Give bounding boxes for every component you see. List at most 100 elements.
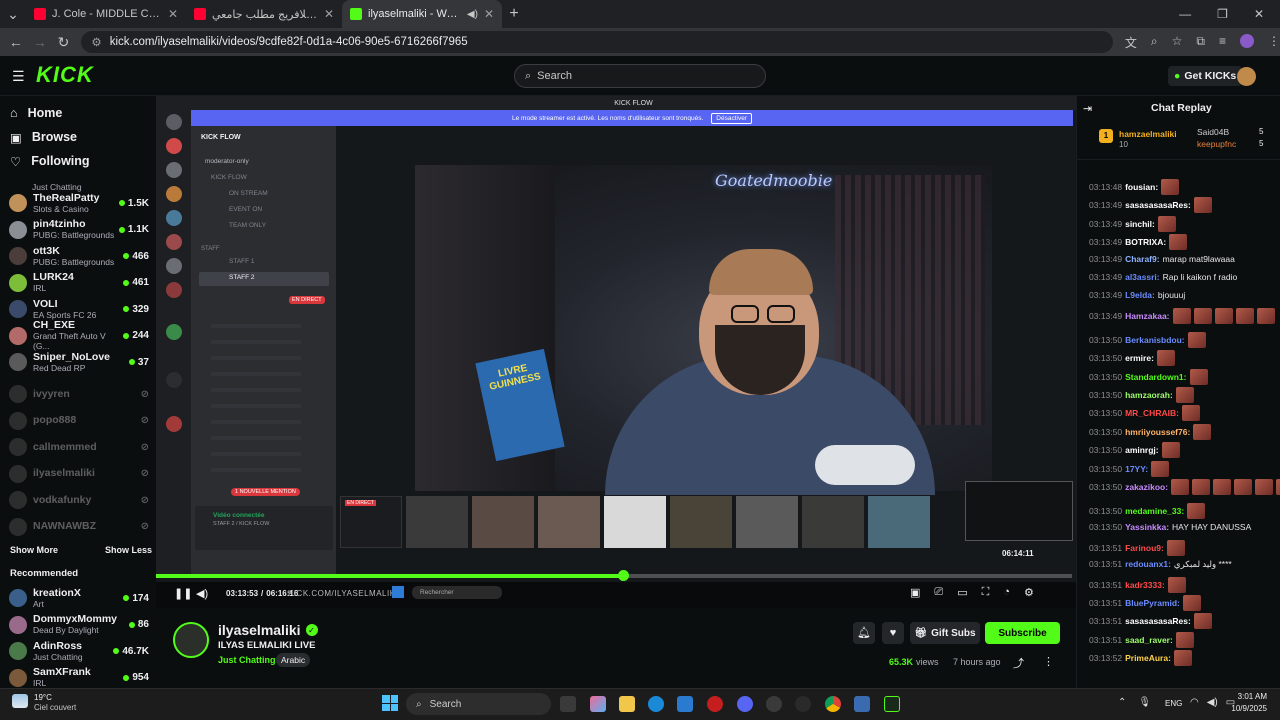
chat-username[interactable]: Berkanisbdou:: [1125, 334, 1185, 346]
notepad-icon[interactable]: [854, 696, 870, 712]
sidebar-channel-sniper_nolove[interactable]: Sniper_NoLove Red Dead RP 37: [9, 349, 149, 375]
chat-username[interactable]: aminrgj:: [1125, 444, 1159, 456]
chat-username[interactable]: Yassinkka:: [1125, 521, 1169, 533]
chrome-icon[interactable]: [825, 696, 841, 712]
terminal-icon[interactable]: [884, 696, 900, 712]
sidebar-channel-ch_exe[interactable]: CH_EXE Grand Theft Auto V (G... 244: [9, 320, 149, 351]
speaker-icon[interactable]: ◀): [467, 9, 478, 20]
show-more-button[interactable]: Show More: [10, 545, 58, 555]
chat-username[interactable]: sinchil:: [1125, 218, 1155, 230]
browser-tab-3[interactable]: ilyaselmaliki - Watch the V ◀) ✕: [342, 0, 502, 28]
channel-avatar[interactable]: [173, 622, 209, 658]
chat-username[interactable]: hamzaorah:: [1125, 389, 1173, 401]
search-input[interactable]: ⌕ Search: [514, 64, 766, 88]
pause-icon[interactable]: ❚❚: [174, 587, 192, 600]
chat-username[interactable]: sasasasasaRes:: [1125, 615, 1191, 627]
chat-username[interactable]: MR_CHRAIB:: [1125, 407, 1179, 419]
clock-time[interactable]: 3:01 AM: [1237, 692, 1267, 701]
more-options-icon[interactable]: ⋮: [1043, 655, 1054, 668]
miniplayer-icon[interactable]: ▣: [910, 586, 920, 599]
minimize-icon[interactable]: —: [1179, 7, 1191, 21]
chat-username[interactable]: BOTRIXA:: [1125, 236, 1166, 248]
task-view-icon[interactable]: [560, 696, 576, 712]
user-avatar[interactable]: [1237, 67, 1256, 86]
chat-username[interactable]: hmriiyoussef76:: [1125, 426, 1190, 438]
language-tag[interactable]: Arabic: [276, 653, 311, 667]
back-icon[interactable]: ←: [4, 34, 28, 50]
app-icon[interactable]: [766, 696, 782, 712]
wifi-icon[interactable]: ◠: [1190, 697, 1199, 708]
sidebar-channel-offline[interactable]: ivyyren ⊘: [9, 381, 149, 407]
sidebar-channel-lurk24[interactable]: LURK24 IRL 461: [9, 270, 149, 296]
translate-icon[interactable]: 文: [1125, 34, 1137, 51]
copilot-icon[interactable]: [590, 696, 606, 712]
tab-search-icon[interactable]: ⌄: [0, 6, 26, 23]
channel-name[interactable]: ilyaselmaliki: [218, 622, 301, 638]
share-icon[interactable]: ⤴: [1013, 655, 1024, 671]
show-less-button[interactable]: Show Less: [105, 545, 152, 555]
extensions-icon[interactable]: ⧉: [1196, 34, 1205, 51]
notification-bell-icon[interactable]: 🔔︎: [853, 622, 875, 644]
media-icon[interactable]: ≡: [1219, 34, 1226, 51]
address-field[interactable]: ⚙ kick.com/ilyaselmaliki/videos/9cdfe82f…: [81, 31, 1113, 53]
clip-icon[interactable]: ⎚: [934, 586, 943, 599]
chat-username[interactable]: al3assri:: [1125, 271, 1160, 283]
tray-chevron-icon[interactable]: ⌃: [1118, 697, 1126, 708]
app-icon[interactable]: [707, 696, 723, 712]
new-tab-icon[interactable]: +: [502, 5, 526, 23]
category-link[interactable]: Just Chatting: [218, 655, 276, 665]
kick-logo[interactable]: KICK: [36, 62, 94, 88]
chat-username[interactable]: BluePyramid:: [1125, 597, 1180, 609]
chat-username[interactable]: redouanx1:: [1125, 558, 1171, 570]
sidebar-channel-samxfrank[interactable]: SamXFrank IRL 954: [9, 665, 149, 691]
theater-mode-icon[interactable]: ▭: [957, 586, 967, 599]
sidebar-item-following[interactable]: ♡ Following: [10, 150, 90, 172]
sidebar-channel-adinross[interactable]: AdinRoss Just Chatting 46.7K: [9, 638, 149, 664]
reload-icon[interactable]: ↻: [52, 34, 76, 51]
browser-tab-2[interactable]: لهذا عمر بلافريج مطلب جامعي | ✕: [186, 0, 342, 28]
sidebar-channel-offline[interactable]: popo888 ⊘: [9, 408, 149, 434]
follow-heart-icon[interactable]: ♥: [882, 622, 904, 644]
speed-icon[interactable]: ◔: [1003, 586, 1010, 599]
clock-date[interactable]: 10/9/2025: [1227, 704, 1267, 713]
forward-icon[interactable]: →: [28, 34, 52, 50]
sidebar-channel-offline[interactable]: ilyaselmaliki ⊘: [9, 461, 149, 487]
sidebar-item-home[interactable]: ⌂ Home: [10, 102, 62, 124]
chat-username[interactable]: ermire:: [1125, 352, 1154, 364]
hamburger-menu-icon[interactable]: ☰: [12, 68, 25, 85]
site-info-icon[interactable]: ⚙: [91, 35, 101, 49]
subscribe-button[interactable]: Subscribe: [985, 622, 1060, 644]
close-tab-icon[interactable]: ✕: [168, 7, 178, 21]
app-icon[interactable]: [795, 696, 811, 712]
chat-username[interactable]: kadr3333:: [1125, 579, 1165, 591]
close-window-icon[interactable]: ✕: [1254, 7, 1264, 21]
sidebar-channel-offline[interactable]: NAWNAWBZ ⊘: [9, 514, 149, 540]
disable-streamer-mode-button[interactable]: Désactiver: [711, 112, 752, 124]
close-tab-icon[interactable]: ✕: [484, 7, 494, 21]
chat-username[interactable]: Hamzakaa:: [1125, 310, 1169, 322]
profile-avatar[interactable]: [1239, 33, 1254, 48]
chat-username[interactable]: sasasasasaRes:: [1125, 199, 1191, 211]
sidebar-channel-dommyxmommy[interactable]: DommyxMommy Dead By Daylight 86: [9, 612, 149, 638]
get-kicks-button[interactable]: ● Get KICKs: [1168, 66, 1243, 86]
collapse-chat-icon[interactable]: ⇥: [1083, 102, 1092, 115]
chat-username[interactable]: Standardown1:: [1125, 371, 1186, 383]
volume-icon[interactable]: ◀): [1207, 697, 1218, 708]
sidebar-channel-voli[interactable]: VOLI EA Sports FC 26 329: [9, 296, 149, 322]
sidebar-item-browse[interactable]: ▣ Browse: [10, 126, 77, 148]
chat-username[interactable]: Farinou9:: [1125, 542, 1164, 554]
microphone-icon[interactable]: 🎙︎: [1138, 697, 1151, 708]
chat-username[interactable]: Charaf9:: [1125, 253, 1159, 265]
chat-username[interactable]: fousian:: [1125, 181, 1158, 193]
video-player[interactable]: KICK FLOW Le mode streamer est activé. L…: [156, 96, 1076, 608]
chat-username[interactable]: L9elda:: [1125, 289, 1155, 301]
close-tab-icon[interactable]: ✕: [324, 7, 334, 21]
edge-icon[interactable]: [648, 696, 664, 712]
chat-username[interactable]: saad_raver:: [1125, 634, 1173, 646]
file-explorer-icon[interactable]: [619, 696, 635, 712]
sidebar-channel-pin4tzinho[interactable]: pin4tzinho PUBG: Battlegrounds 1.1K: [9, 217, 149, 243]
bookmark-star-icon[interactable]: ☆: [1172, 34, 1183, 51]
volume-icon[interactable]: ◀): [196, 587, 208, 600]
sidebar-channel-offline[interactable]: callmemmed ⊘: [9, 434, 149, 460]
zoom-icon[interactable]: ⌕: [1151, 34, 1158, 51]
